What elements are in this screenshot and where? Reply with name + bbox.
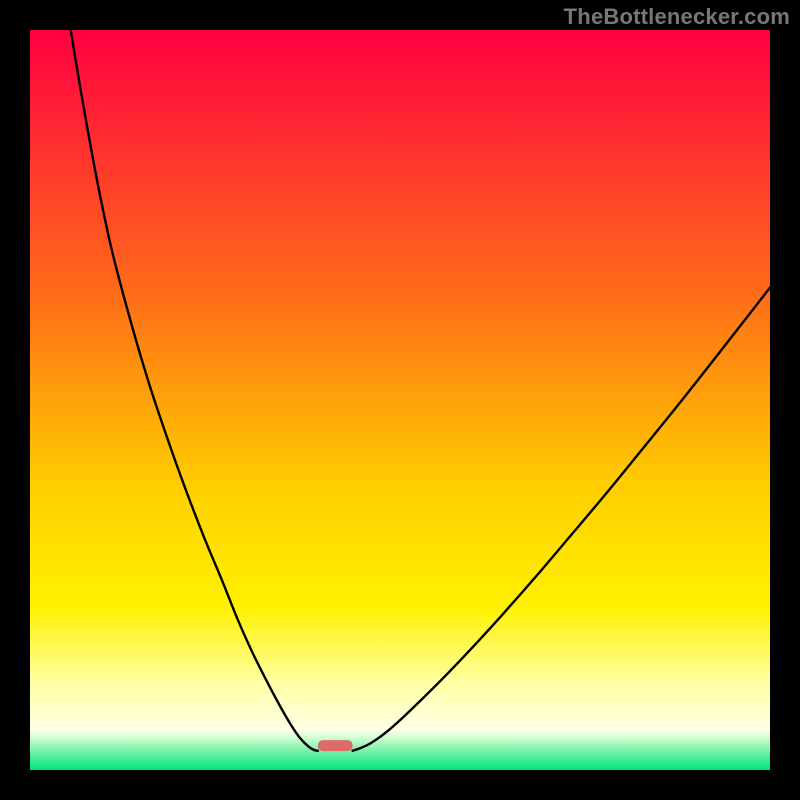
- gradient-background: [30, 30, 770, 770]
- plot-area: [30, 30, 770, 770]
- chart-svg: [30, 30, 770, 770]
- watermark-text: TheBottlenecker.com: [564, 4, 790, 30]
- bottleneck-notch: [318, 740, 353, 751]
- chart-frame: TheBottlenecker.com: [0, 0, 800, 800]
